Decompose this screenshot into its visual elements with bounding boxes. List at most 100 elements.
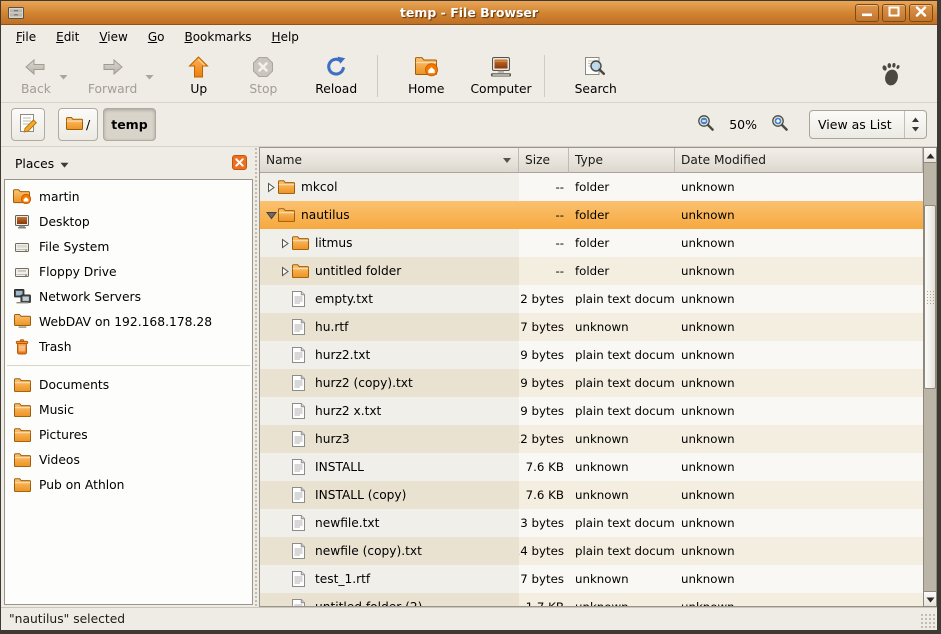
date-modified-cell: unknown (675, 537, 923, 565)
size-cell: 9 bytes (519, 397, 569, 425)
view-mode-label: View as List (810, 117, 904, 132)
sidebar-close-button[interactable] (232, 155, 247, 173)
folder-icon (278, 180, 298, 194)
vertical-scrollbar[interactable] (923, 147, 937, 607)
toolbar-separator (377, 55, 378, 97)
up-button[interactable]: Up (182, 52, 215, 100)
forward-button: Forward (82, 52, 143, 100)
file-row-hurz2-copy-txt[interactable]: hurz2 (copy).txt9 bytesplain text docume… (260, 369, 923, 397)
dropdown-triangle-icon (60, 157, 69, 171)
titlebar[interactable]: temp - File Browser (1, 1, 937, 25)
expander-collapsed-icon[interactable] (278, 238, 292, 249)
file-row-hurz2-x-txt[interactable]: hurz2 x.txt9 bytesplain text documentunk… (260, 397, 923, 425)
expander-collapsed-icon[interactable] (278, 266, 292, 277)
menu-help[interactable]: Help (263, 27, 308, 47)
scroll-up-button[interactable] (923, 147, 937, 163)
size-cell: 7.6 KB (519, 481, 569, 509)
sidebar-item-file-system[interactable]: File System (5, 234, 252, 259)
file-row-hurz2-txt[interactable]: hurz2.txt9 bytesplain text documentunkno… (260, 341, 923, 369)
toolbar: BackForwardUpStopReloadHomeComputerSearc… (1, 49, 937, 103)
forward-history-dropdown[interactable] (141, 52, 158, 100)
folder-home-icon (13, 189, 31, 204)
zoom-in-button[interactable] (765, 114, 795, 135)
scroll-down-button[interactable] (923, 591, 937, 607)
file-row-litmus[interactable]: litmus--folderunknown (260, 229, 923, 257)
back-history-dropdown[interactable] (55, 52, 72, 100)
text-file-icon (292, 291, 312, 307)
view-mode-combobox[interactable]: View as List (809, 110, 927, 139)
size-cell: 2 bytes (519, 285, 569, 313)
file-row-install[interactable]: INSTALL7.6 KBunknownunknown (260, 453, 923, 481)
date-modified-cell: unknown (675, 285, 923, 313)
file-row-empty-txt[interactable]: empty.txt2 bytesplain text documentunkno… (260, 285, 923, 313)
back-button: Back (15, 52, 57, 100)
close-button[interactable] (909, 4, 933, 22)
file-row-test-1-rtf[interactable]: test_1.rtf7 bytesunknownunknown (260, 565, 923, 593)
sidebar-item-pub-on-athlon[interactable]: Pub on Athlon (5, 472, 252, 497)
sidebar-item-music[interactable]: Music (5, 397, 252, 422)
column-header-date-modified[interactable]: Date Modified (675, 148, 923, 173)
resize-grip[interactable] (920, 613, 935, 628)
sidebar-item-martin[interactable]: martin (5, 184, 252, 209)
text-file-icon (292, 431, 312, 447)
size-cell: 7 bytes (519, 565, 569, 593)
file-row-hu-rtf[interactable]: hu.rtf7 bytesunknownunknown (260, 313, 923, 341)
menu-file[interactable]: File (7, 27, 45, 47)
name-cell: hurz3 (260, 425, 519, 453)
list-column-headers: NameSizeTypeDate Modified (260, 148, 923, 173)
menu-bookmarks[interactable]: Bookmarks (175, 27, 260, 47)
sidebar-item-floppy-drive[interactable]: Floppy Drive (5, 259, 252, 284)
size-cell: 7.6 KB (519, 453, 569, 481)
file-row-hurz3[interactable]: hurz312 bytesunknownunknown (260, 425, 923, 453)
sidebar-item-videos[interactable]: Videos (5, 447, 252, 472)
type-cell: plain text document (569, 397, 675, 425)
menu-edit[interactable]: Edit (47, 27, 88, 47)
zoom-out-button[interactable] (691, 114, 721, 135)
sidebar-item-trash[interactable]: Trash (5, 334, 252, 359)
file-row-untitled-folder[interactable]: untitled folder--folderunknown (260, 257, 923, 285)
file-row-nautilus[interactable]: nautilus--folderunknown (260, 201, 923, 229)
scrollbar-thumb[interactable] (924, 205, 936, 389)
up-arrow-icon (188, 56, 209, 81)
maximize-button[interactable] (882, 4, 906, 22)
type-cell: plain text document (569, 341, 675, 369)
sidebar-item-label: Network Servers (39, 290, 141, 304)
desktop-icon (13, 214, 31, 229)
reload-button[interactable]: Reload (309, 52, 363, 100)
places-dropdown[interactable]: Places (11, 153, 73, 175)
column-header-name[interactable]: Name (260, 148, 519, 173)
computer-button[interactable]: Computer (464, 52, 537, 100)
text-file-icon (292, 319, 312, 335)
column-header-type[interactable]: Type (569, 148, 675, 173)
file-row-newfile-copy-txt[interactable]: newfile (copy).txt14 bytesplain text doc… (260, 537, 923, 565)
minimize-button[interactable] (855, 4, 879, 22)
menu-go[interactable]: Go (139, 27, 174, 47)
sidebar-item-network-servers[interactable]: Network Servers (5, 284, 252, 309)
expander-expanded-icon[interactable] (264, 210, 278, 220)
file-name: INSTALL (copy) (312, 488, 406, 502)
toolbar-button-label: Reload (315, 82, 357, 96)
file-name: litmus (312, 236, 353, 250)
column-header-size[interactable]: Size (519, 148, 569, 173)
menu-view[interactable]: View (90, 27, 136, 47)
path-current-button[interactable]: temp (103, 108, 155, 141)
file-row-newfile-txt[interactable]: newfile.txt3 bytesplain text documentunk… (260, 509, 923, 537)
home-button[interactable]: Home (402, 52, 450, 100)
name-cell: hurz2 x.txt (260, 397, 519, 425)
size-cell: -- (519, 229, 569, 257)
edit-location-button[interactable] (11, 108, 45, 141)
sidebar-item-webdav-on-192-168-178-28[interactable]: WebDAV on 192.168.178.28 (5, 309, 252, 334)
sidebar-item-desktop[interactable]: Desktop (5, 209, 252, 234)
search-button[interactable]: Search (569, 52, 623, 100)
type-cell: unknown (569, 481, 675, 509)
sidebar-item-pictures[interactable]: Pictures (5, 422, 252, 447)
sidebar-item-documents[interactable]: Documents (5, 372, 252, 397)
file-row-mkcol[interactable]: mkcol--folderunknown (260, 173, 923, 201)
file-row-install-copy-[interactable]: INSTALL (copy)7.6 KBunknownunknown (260, 481, 923, 509)
file-row-untitled-folder-2-[interactable]: untitled folder (2)1.7 KBunknownunknown (260, 593, 923, 606)
name-cell: mkcol (260, 173, 519, 201)
path-root-button[interactable]: / (58, 108, 98, 141)
file-name: newfile (copy).txt (312, 544, 422, 558)
scroll-up-icon (926, 148, 935, 162)
expander-collapsed-icon[interactable] (264, 182, 278, 193)
